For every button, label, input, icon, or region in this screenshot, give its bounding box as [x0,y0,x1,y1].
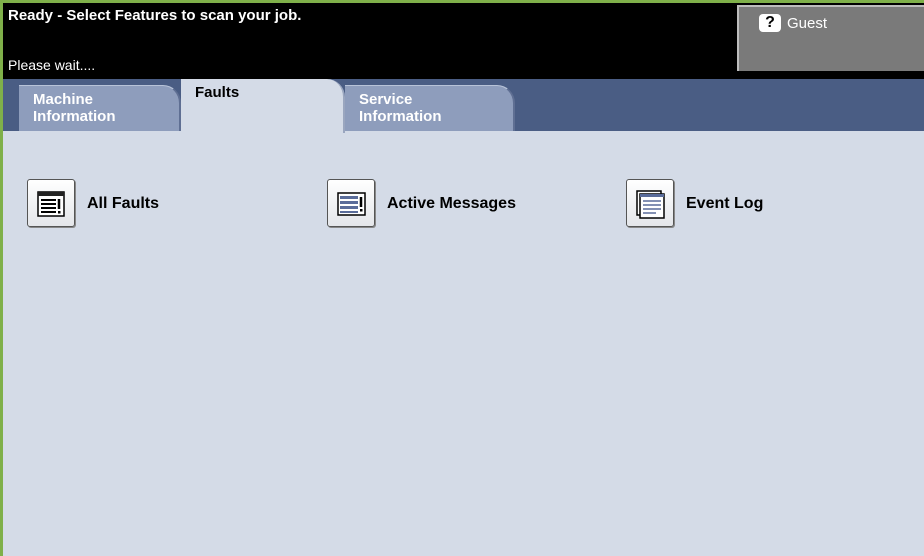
device-screen: Ready - Select Features to scan your job… [3,3,924,556]
tab-label-line1: Faults [195,84,240,101]
status-bar: Ready - Select Features to scan your job… [3,3,924,79]
tab-label-line2: Information [359,108,442,125]
guest-login-button[interactable]: ? Guest [737,5,924,71]
question-mark-icon: ? [759,14,781,32]
active-messages-label: Active Messages [387,195,516,212]
event-log-button[interactable] [626,179,674,227]
status-sub-message: Please wait.... [8,57,96,73]
tab-faults[interactable]: Faults [181,79,345,133]
tab-bar: Machine Information Faults Service Infor… [3,79,924,133]
tab-label-line1: Machine [33,91,94,108]
faults-panel: All Faults Active Messages Event Log [3,131,924,556]
guest-label: Guest [787,15,828,32]
all-faults-label: All Faults [87,195,160,212]
tab-label-line2: Information [33,108,116,125]
status-message: Ready - Select Features to scan your job… [8,7,302,24]
event-log-label: Event Log [686,195,764,212]
event-log-icon [636,190,665,219]
tab-machine-information[interactable]: Machine Information [19,85,181,131]
all-faults-button[interactable] [27,179,75,227]
tab-service-information[interactable]: Service Information [345,85,515,131]
messages-list-icon [337,192,366,216]
tab-label-line1: Service [359,91,413,108]
active-messages-button[interactable] [327,179,375,227]
fault-list-icon [37,191,65,217]
